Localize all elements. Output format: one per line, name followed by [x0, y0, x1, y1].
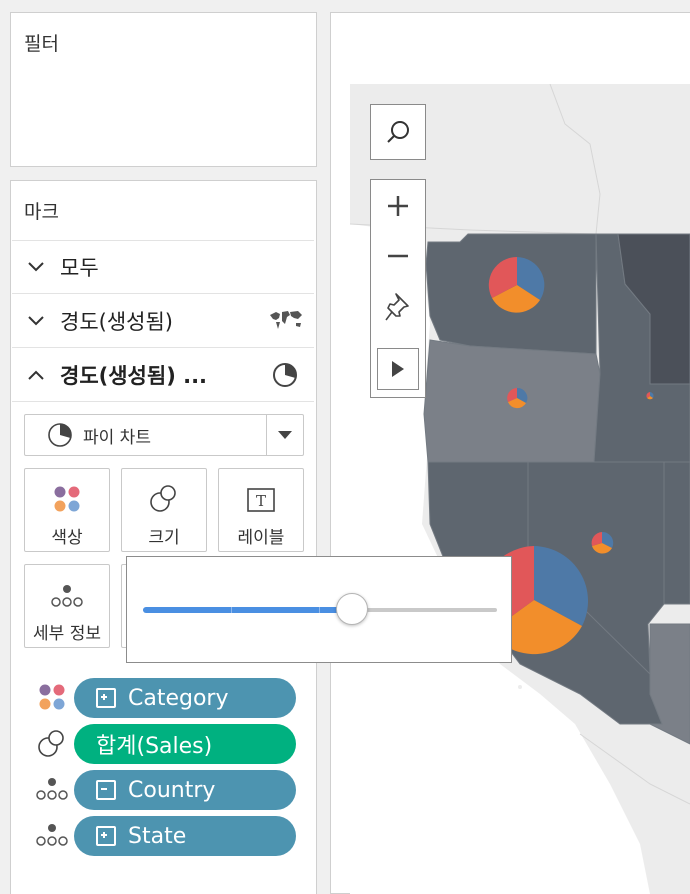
svg-text:T: T	[256, 492, 266, 510]
marks-layer-longitude-map[interactable]: 경도(생성됨)	[12, 294, 314, 348]
slider-tick	[319, 607, 320, 613]
color-button-label: 색상	[51, 528, 83, 548]
pie-washington[interactable]	[488, 256, 545, 313]
mark-type-dropdown[interactable]: 파이 차트	[24, 414, 304, 456]
marks-layer-label: 경도(생성됨) ...	[60, 363, 208, 388]
pill-label: State	[128, 823, 187, 849]
mark-type-label: 파이 차트	[83, 427, 151, 448]
detail-button-label: 세부 정보	[33, 624, 101, 644]
detail-dots-icon	[34, 771, 70, 807]
state-pill[interactable]: State	[74, 816, 296, 856]
pie-oregon[interactable]	[507, 387, 528, 409]
pie-nevada[interactable]	[591, 531, 614, 554]
slider-fill	[143, 607, 352, 613]
pill-label: Category	[128, 685, 229, 711]
chevron-down-icon[interactable]	[12, 261, 60, 273]
pill-label: 합계(Sales)	[96, 734, 213, 759]
world-map-icon	[268, 307, 304, 337]
marks-layer-all[interactable]: 모두	[12, 240, 314, 294]
label-button-label: 레이블	[237, 528, 285, 548]
size-button[interactable]: 크기	[121, 468, 207, 552]
marks-layer-label: 경도(생성됨)	[60, 309, 173, 334]
expand-toolbar-button[interactable]	[377, 348, 419, 390]
play-icon	[392, 361, 404, 377]
size-button-label: 크기	[148, 528, 180, 548]
chevron-up-icon[interactable]	[12, 369, 60, 381]
marks-layer-label: 모두	[60, 256, 99, 280]
chevron-down-icon[interactable]	[266, 415, 303, 455]
collapse-minus-icon[interactable]	[96, 780, 116, 800]
slider-tick	[231, 607, 232, 613]
size-circles-icon	[122, 469, 206, 513]
chevron-down-icon[interactable]	[12, 315, 60, 327]
slider-thumb[interactable]	[335, 593, 368, 625]
filters-title: 필터	[24, 33, 59, 55]
map-search-button[interactable]	[370, 104, 426, 160]
color-button[interactable]: 색상	[24, 468, 110, 552]
search-icon	[387, 121, 409, 143]
pie-chart-icon	[47, 422, 73, 448]
detail-dots-icon	[25, 565, 109, 609]
marks-layer-longitude-pie[interactable]: 경도(생성됨) ...	[12, 348, 314, 402]
expand-plus-icon[interactable]	[96, 826, 116, 846]
filters-panel: 필터	[10, 12, 317, 167]
expand-plus-icon[interactable]	[96, 688, 116, 708]
size-slider-popup	[126, 556, 512, 663]
country-pill[interactable]: Country	[74, 770, 296, 810]
detail-dots-icon	[34, 817, 70, 853]
pin-icon[interactable]	[384, 290, 412, 322]
pill-label: Country	[128, 777, 216, 803]
marks-title: 마크	[24, 201, 59, 223]
zoom-out-icon[interactable]	[384, 242, 412, 270]
size-circles-icon	[34, 725, 70, 761]
zoom-in-icon[interactable]	[384, 192, 412, 220]
pie-chart-icon	[272, 362, 298, 392]
color-dots-icon	[34, 679, 70, 715]
text-label-icon: T	[219, 469, 303, 513]
category-pill[interactable]: Category	[74, 678, 296, 718]
sales-sum-pill[interactable]: 합계(Sales)	[74, 724, 296, 764]
label-button[interactable]: T 레이블	[218, 468, 304, 552]
detail-button[interactable]: 세부 정보	[24, 564, 110, 648]
color-dots-icon	[25, 469, 109, 513]
